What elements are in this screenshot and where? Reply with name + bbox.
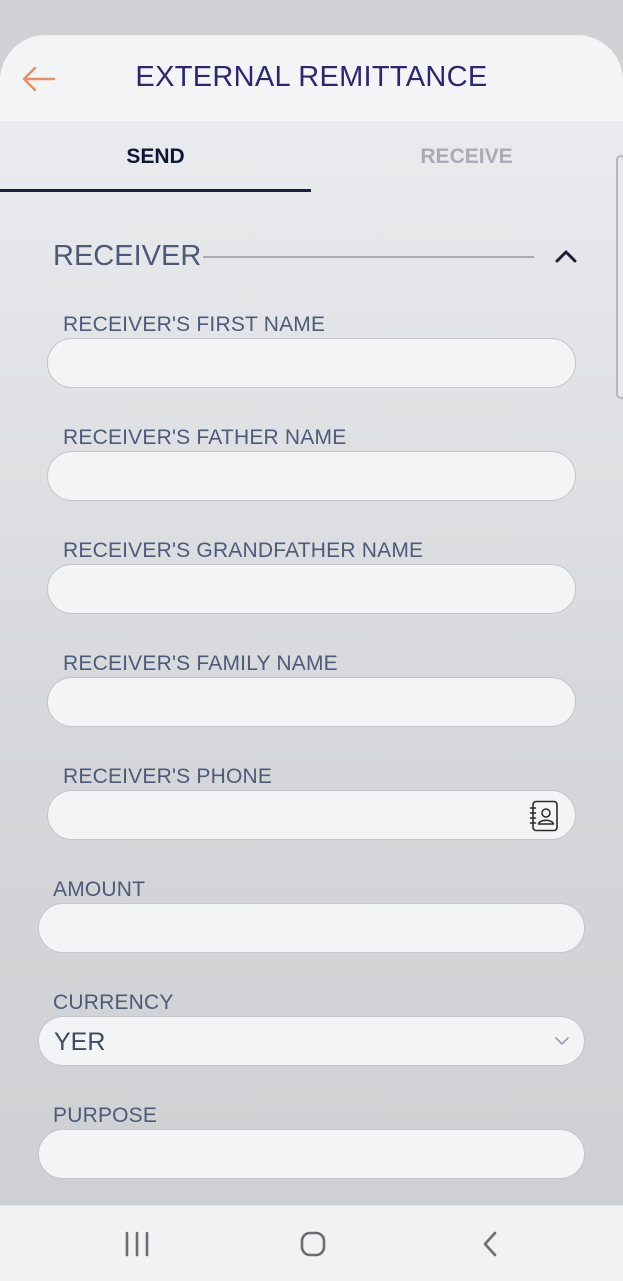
father-name-input[interactable] [48,452,575,500]
tab-send[interactable]: SEND [0,121,311,193]
section-collapse-button[interactable] [549,241,583,271]
phone-input[interactable] [48,791,575,839]
grandfather-name-field [47,564,576,614]
tab-receive[interactable]: RECEIVE [311,121,622,193]
father-name-field [47,451,576,501]
chevron-down-icon [555,1037,569,1045]
home-button[interactable] [283,1222,343,1266]
currency-value: YER [54,1028,106,1056]
scrollbar[interactable] [616,155,623,399]
recent-apps-button[interactable] [107,1222,167,1266]
grandfather-name-label: RECEIVER'S GRANDFATHER NAME [63,539,424,562]
amount-field [38,903,585,953]
grandfather-name-input[interactable] [48,565,575,613]
system-navigation-bar [0,1205,623,1281]
currency-label: CURRENCY [53,991,174,1014]
back-icon [483,1231,497,1257]
phone-label: RECEIVER'S PHONE [63,765,273,788]
purpose-input[interactable] [39,1130,584,1178]
phone-field [47,790,576,840]
chevron-up-icon [555,250,577,263]
tab-bar: SEND RECEIVE [0,121,623,193]
section-divider [203,256,534,258]
first-name-label: RECEIVER'S FIRST NAME [63,313,326,336]
active-tab-indicator [0,189,311,192]
remittance-screen: EXTERNAL REMITTANCE SEND RECEIVE RECEIVE… [0,35,623,1205]
family-name-field [47,677,576,727]
amount-label: AMOUNT [53,878,146,901]
home-icon [300,1231,326,1257]
contact-book-icon [529,800,558,832]
recent-apps-icon [125,1231,149,1257]
purpose-field [38,1129,585,1179]
first-name-field [47,338,576,388]
system-back-button[interactable] [460,1222,520,1266]
app-header: EXTERNAL REMITTANCE [0,35,623,121]
family-name-input[interactable] [48,678,575,726]
family-name-label: RECEIVER'S FAMILY NAME [63,652,338,675]
section-title: RECEIVER [53,240,202,272]
page-title: EXTERNAL REMITTANCE [135,61,488,93]
currency-select[interactable]: YER [38,1016,585,1066]
first-name-input[interactable] [48,339,575,387]
contact-picker-button[interactable] [529,800,559,832]
purpose-label: PURPOSE [53,1104,158,1127]
amount-input[interactable] [39,904,584,952]
father-name-label: RECEIVER'S FATHER NAME [63,426,347,449]
